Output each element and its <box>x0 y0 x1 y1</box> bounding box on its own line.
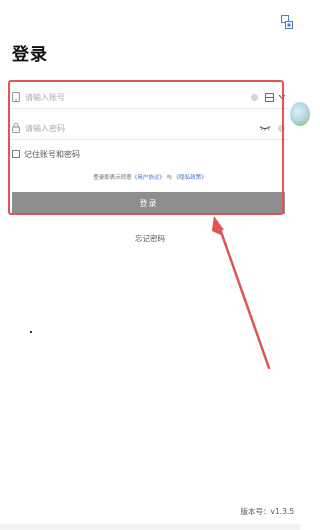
dot <box>30 331 32 333</box>
page-title: 登录 <box>12 45 48 65</box>
forgot-password-link[interactable]: 忘记密码 <box>0 233 300 244</box>
highlight-box <box>8 80 284 215</box>
bottom-bar <box>0 524 300 530</box>
version-label: 版本号：v1.3.5 <box>240 507 294 516</box>
qr-scan-icon[interactable] <box>281 15 293 29</box>
floating-ball[interactable] <box>290 102 310 126</box>
